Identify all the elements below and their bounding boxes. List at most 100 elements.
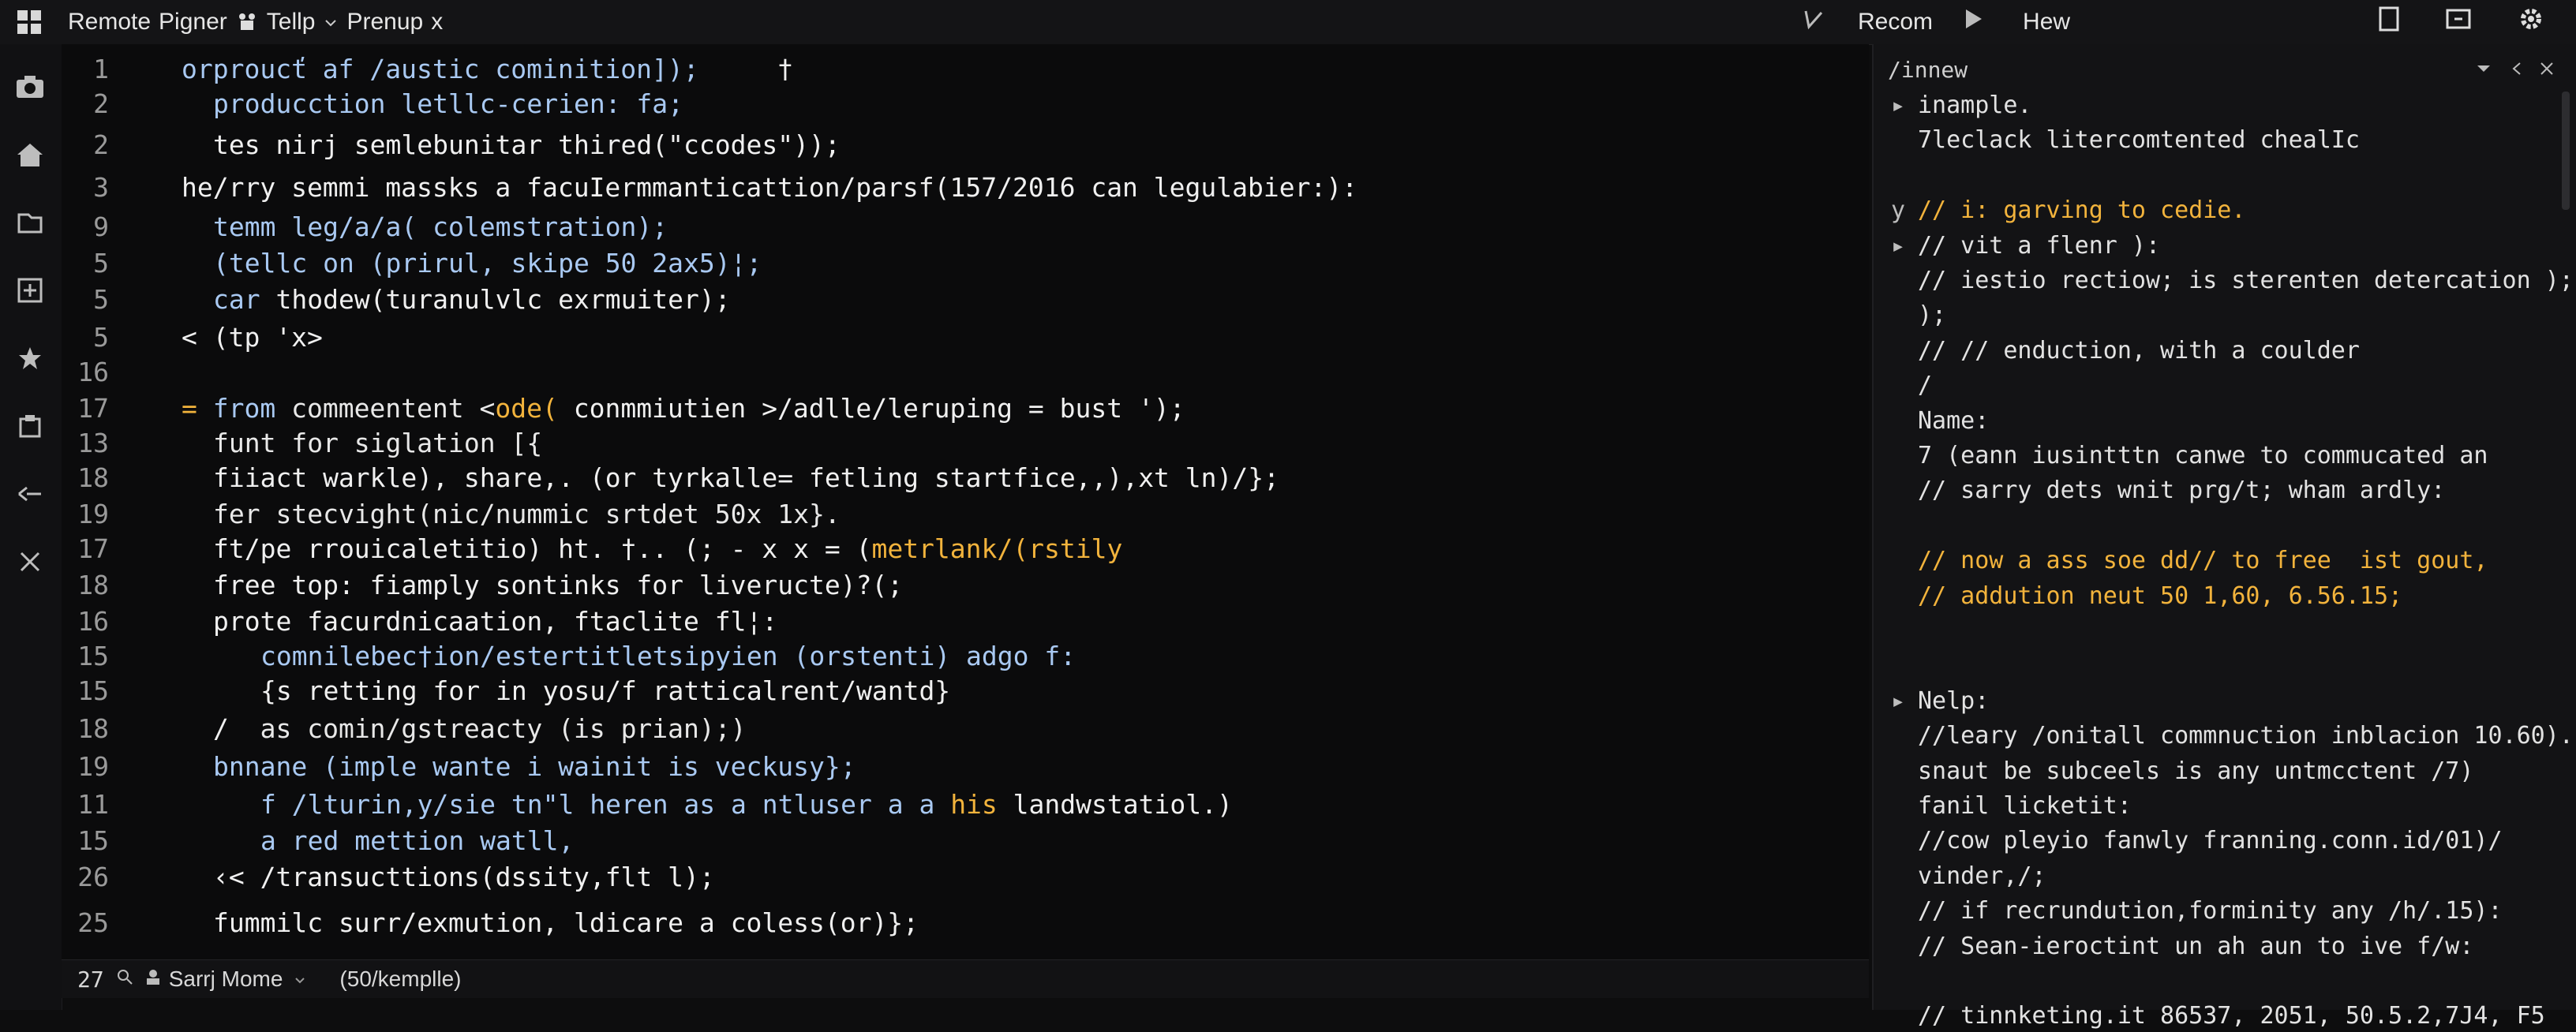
chevron-down-icon[interactable] xyxy=(294,967,306,992)
expand-arrow-icon[interactable]: ▸ xyxy=(1891,230,1905,262)
import-icon[interactable] xyxy=(14,275,46,306)
close-tab-label[interactable]: x xyxy=(431,9,443,36)
close-icon[interactable] xyxy=(2538,57,2555,83)
code-line[interactable]: 13 funt for siglation [{ xyxy=(62,426,1869,461)
side-panel-line[interactable]: vinder,/; xyxy=(1874,861,2576,892)
code-line[interactable]: 19 bnnane (imple wante i wainit is veckus… xyxy=(62,750,1869,784)
recom-label[interactable]: Recom xyxy=(1858,9,1933,36)
side-panel-line[interactable]: // // enduction, with a coulder xyxy=(1874,335,2576,367)
side-panel-line[interactable]: / xyxy=(1874,370,2576,402)
code-text: he/rry semmi massks a facuIermmanticatti… xyxy=(182,170,1357,205)
expand-arrow-icon[interactable]: ▸ xyxy=(1891,90,1905,122)
collapse-icon[interactable] xyxy=(2508,57,2525,83)
side-panel-scrollbar[interactable] xyxy=(2562,92,2570,210)
side-panel-line[interactable]: //cow pleyio fanwly franning.conn.id/01)… xyxy=(1874,825,2576,857)
page-icon[interactable] xyxy=(2377,6,2401,39)
checkmark-icon[interactable] xyxy=(1801,6,1826,38)
side-panel-line[interactable] xyxy=(1874,650,2576,682)
status-branch[interactable]: Sarrj Mome xyxy=(169,967,283,992)
side-panel-line[interactable]: //leary /onitall commnuction inblacion 1… xyxy=(1874,720,2576,752)
menu-pigner[interactable]: Pigner xyxy=(159,9,227,36)
git-icon[interactable] xyxy=(14,478,46,510)
side-panel-text: 7 (eann iusintttn canwe to commucated an xyxy=(1918,442,2488,469)
code-line[interactable]: 5 < (tp 'x> xyxy=(62,320,1869,355)
code-line[interactable]: 17 = from commeentent <ode( conmmiutien >… xyxy=(62,391,1869,426)
code-line[interactable]: 18 / as comin/gstreacty (is prian);) xyxy=(62,712,1869,746)
code-line[interactable]: 15 comnilebec†ion/estertitletsipyien (ors… xyxy=(62,639,1869,674)
app-grid-icon[interactable] xyxy=(17,10,41,34)
side-panel-line[interactable]: ▸ Nelp: xyxy=(1874,686,2576,717)
camera-icon[interactable] xyxy=(14,71,46,103)
explorer-icon[interactable] xyxy=(14,207,46,238)
expand-arrow-icon[interactable]: y xyxy=(1891,195,1905,226)
side-panel-line[interactable]: ▸ // vit a flenr ): xyxy=(1874,230,2576,262)
code-token: {s retting for in yosu/f ratticalrent/wa… xyxy=(260,675,951,706)
chevron-down-icon[interactable] xyxy=(323,9,339,36)
code-line[interactable]: 25 fummilc surr/exmution, ldicare a coles… xyxy=(62,906,1869,940)
code-line[interactable]: 16 prote facurdnicaation, ftaclite fl¦: xyxy=(62,604,1869,639)
side-panel-line[interactable]: fanil licketit: xyxy=(1874,791,2576,822)
code-line[interactable]: 16 xyxy=(62,355,1869,390)
code-line[interactable]: 3 he/rry semmi massks a facuIermmanticatt… xyxy=(62,170,1869,205)
code-line[interactable]: 11 f /lturin,y/sie tn"l heren as a ntluse… xyxy=(62,787,1869,822)
code-line[interactable]: 26 ‹< /transucttions(dssity,flt l); xyxy=(62,860,1869,895)
code-token: bnnane (imple wante i wainit is veckusy}… xyxy=(213,751,856,782)
side-panel-line[interactable] xyxy=(1874,160,2576,192)
tools-icon[interactable] xyxy=(14,546,46,578)
home-icon[interactable] xyxy=(14,139,46,170)
menu-prenup[interactable]: Prenup xyxy=(346,9,423,36)
hew-label[interactable]: Hew xyxy=(2023,9,2070,36)
side-panel-line[interactable]: // Sean-ieroctint un ah aun to ive f/w: xyxy=(1874,931,2576,963)
side-panel-line[interactable]: // addution neut 50 1,60, 6.56.15; xyxy=(1874,581,2576,612)
side-panel-line[interactable]: y // i: garving to cedie. xyxy=(1874,195,2576,226)
code-line[interactable]: 5 (tellc on (prirul, skipe 50 2ax5)¦; xyxy=(62,246,1869,281)
search-icon[interactable] xyxy=(115,967,134,992)
side-panel-line[interactable]: snaut be subceels is any untmcctent /7) xyxy=(1874,756,2576,787)
side-panel-line[interactable]: ); xyxy=(1874,300,2576,331)
line-number: 26 xyxy=(77,862,109,892)
code-token: comnilebec†ion/estertitletsipyien (orste… xyxy=(260,641,1076,671)
code-token: tes nirj semlebunitar thired("ccodes")); xyxy=(213,129,841,160)
side-panel-line[interactable] xyxy=(1874,615,2576,647)
side-panel-line[interactable] xyxy=(1874,510,2576,542)
side-panel-line[interactable]: // sarry dets wnit prg/t; wham ardly: xyxy=(1874,475,2576,507)
code-line[interactable]: 17 ft/pe rrouicaletitio) ht. †.. (; - x x… xyxy=(62,532,1869,566)
side-panel-line[interactable]: 7leclack litercomtented chealIc xyxy=(1874,125,2576,156)
side-panel-line[interactable]: // iestio rectiow; is sterenten detercat… xyxy=(1874,265,2576,297)
play-icon[interactable] xyxy=(1963,8,1983,36)
gear-icon[interactable] xyxy=(2518,6,2544,39)
side-panel-text: / xyxy=(1918,372,1933,400)
extensions-icon[interactable] xyxy=(14,342,46,374)
code-line[interactable]: 1 orproucť af /austic cominition]); † xyxy=(62,52,1869,87)
code-line[interactable]: 9 temm leg/a/a( colemstration); xyxy=(62,210,1869,245)
side-panel-line[interactable]: // if recrundution,forminity any /h/.15)… xyxy=(1874,896,2576,927)
debug-icon[interactable] xyxy=(14,410,46,442)
line-number: 2 xyxy=(93,88,109,119)
code-line[interactable]: 2 tes nirj semlebunitar thired("ccodes"))… xyxy=(62,128,1869,163)
person-icon[interactable] xyxy=(144,967,163,992)
code-line[interactable]: 15 {s retting for in yosu/f ratticalrent/… xyxy=(62,674,1869,709)
code-token: producction letllc-cerien: fa; xyxy=(213,88,684,119)
menu-tellp[interactable]: Tellp xyxy=(267,9,316,36)
status-position[interactable]: (50/kemplle) xyxy=(339,967,461,992)
code-line[interactable]: 19 fer stecvight(nic/nummic srtdet 50x 1x… xyxy=(62,497,1869,532)
code-line[interactable]: 18 fiiact warkle), share,. (or tyrkalle= … xyxy=(62,461,1869,495)
code-line[interactable]: 18 free top: fiamply sontinks for liveruc… xyxy=(62,568,1869,603)
side-panel-line[interactable]: // tinnketing.it 86537, 2051, 50.5.2,7J4… xyxy=(1874,1000,2576,1032)
code-line[interactable]: 15 a red mettion watll, xyxy=(62,824,1869,858)
chevron-down-icon[interactable] xyxy=(2475,57,2492,83)
side-panel-line[interactable]: // now a ass soe dd// to free ist gout, xyxy=(1874,545,2576,577)
code-line[interactable]: 2 producction letllc-cerien: fa; xyxy=(62,87,1869,122)
side-panel-line[interactable]: ▸ inample. xyxy=(1874,90,2576,122)
panel-icon[interactable] xyxy=(2445,7,2472,37)
line-number: 25 xyxy=(77,907,109,938)
code-editor[interactable]: 1 orproucť af /austic cominition]); † 2 pro… xyxy=(62,44,1918,959)
side-panel-line[interactable]: 7 (eann iusintttn canwe to commucated an xyxy=(1874,440,2576,472)
side-panel-text: // sarry dets wnit prg/t; wham ardly: xyxy=(1918,477,2446,505)
side-panel-line[interactable]: Name: xyxy=(1874,406,2576,437)
menu-remote[interactable]: Remote xyxy=(68,9,151,36)
code-token: fer stecvight(nic/nummic srtdet 50x 1x}. xyxy=(213,499,841,529)
code-line[interactable]: 5 car thodew(turanulvlc exrmuiter); xyxy=(62,282,1869,317)
side-panel-line[interactable] xyxy=(1874,966,2576,997)
expand-arrow-icon[interactable]: ▸ xyxy=(1891,686,1905,717)
